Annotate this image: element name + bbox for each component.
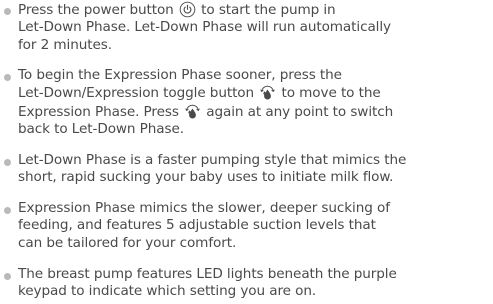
text-line: Expression Phase. Press again at any poi…: [18, 103, 490, 121]
bullet-marker: [4, 273, 11, 280]
text-line: short, rapid sucking your baby uses to i…: [18, 169, 394, 186]
text-line: Expression Phase mimics the slower, deep…: [18, 200, 390, 216]
bullet-marker: [4, 159, 11, 166]
text-line: feeding, and features 5 adjustable sucti…: [18, 217, 376, 234]
bullet-marker: [4, 74, 11, 81]
text-segment: to move to the: [277, 85, 381, 102]
text-segment: again at any point to switch: [202, 103, 394, 120]
text-line: To begin the Expression Phase sooner, pr…: [18, 67, 342, 83]
bullet-text: Let-Down Phase is a faster pumping style…: [18, 152, 490, 187]
text-line: Let-Down/Expression toggle button to mov…: [18, 84, 490, 102]
text-segment: to start the pump in: [196, 2, 336, 18]
text-line: back to Let-Down Phase.: [18, 121, 184, 138]
text-line: for 2 minutes.: [18, 36, 112, 53]
power-icon: [179, 1, 196, 18]
bullet-marker: [4, 8, 11, 15]
text-line: Let-Down Phase is a faster pumping style…: [18, 152, 407, 168]
text-segment: Press the power button: [18, 2, 178, 18]
text-segment: Let-Down/Expression toggle button: [18, 85, 259, 102]
bullet-text: Expression Phase mimics the slower, deep…: [18, 200, 490, 252]
bullet-text: The breast pump features LED lights bene…: [18, 266, 490, 301]
text-line: The breast pump features LED lights bene…: [18, 266, 397, 282]
bullet-text: Press the power button to start the pump…: [18, 1, 490, 54]
text-line: Let-Down Phase. Let-Down Phase will run …: [18, 19, 391, 36]
bullet-text: To begin the Expression Phase sooner, pr…: [18, 67, 490, 139]
text-line: can be tailored for your comfort.: [18, 234, 237, 251]
droplets-toggle-icon: [259, 84, 276, 101]
bullet-marker: [4, 207, 11, 214]
droplets-toggle-icon: [184, 103, 201, 120]
instruction-page: Press the power button to start the pump…: [0, 0, 493, 304]
text-line: keypad to indicate which setting you are…: [18, 283, 317, 300]
text-segment: Expression Phase. Press: [18, 103, 184, 120]
text-line: Press the power button to start the pump…: [18, 1, 490, 19]
